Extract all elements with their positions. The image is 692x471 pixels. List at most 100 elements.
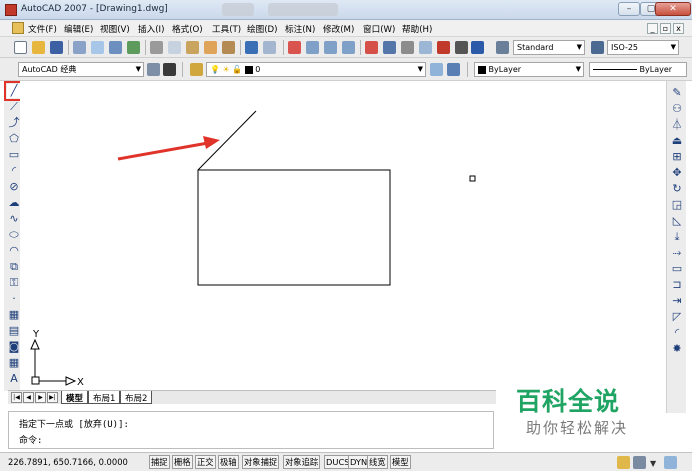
break-at-point-icon[interactable]: ▭ [670, 262, 684, 276]
layer-manager-icon[interactable] [190, 63, 203, 76]
clean-screen-icon[interactable] [664, 456, 677, 469]
zoom-window-icon[interactable] [324, 41, 337, 54]
fillet-icon[interactable]: ◜ [670, 326, 684, 340]
tab-layout2[interactable]: 布局2 [120, 391, 153, 404]
workspace-settings-icon[interactable] [147, 63, 160, 76]
lock-toolbar-icon[interactable] [633, 456, 646, 469]
first-tab-button[interactable]: |◀ [11, 392, 22, 403]
menu-tools[interactable]: 工具(T) [212, 23, 241, 35]
menu-help[interactable]: 帮助(H) [402, 23, 432, 35]
copy-icon[interactable]: ⚇ [670, 102, 684, 116]
circle-icon[interactable]: ⊘ [7, 180, 21, 194]
doc-restore-button[interactable]: ▫ [660, 23, 671, 34]
menu-draw[interactable]: 绘图(D) [247, 23, 278, 35]
osnap-toggle[interactable]: 对象捕捉 [242, 455, 280, 469]
explode-icon[interactable]: ✸ [670, 342, 684, 356]
save-icon[interactable] [50, 41, 63, 54]
rotate-icon[interactable]: ↻ [670, 182, 684, 196]
linetype-control-select[interactable]: ByLayer [589, 62, 687, 77]
dimension-style-select[interactable]: ISO-25 ▼ [607, 40, 679, 55]
minimize-button[interactable]: – [618, 2, 640, 16]
menu-edit[interactable]: 编辑(E) [64, 23, 93, 35]
make-object-layer-current-icon[interactable] [430, 63, 443, 76]
model-toggle[interactable]: 模型 [390, 455, 411, 469]
region-icon[interactable]: ◙ [7, 340, 21, 354]
text-style-icon[interactable] [496, 41, 509, 54]
polyline-icon[interactable]: ⤴ [7, 116, 21, 130]
help-icon[interactable] [471, 41, 484, 54]
doc-minimize-button[interactable]: _ [647, 23, 658, 34]
array-icon[interactable]: ⊞ [670, 150, 684, 164]
print-icon[interactable] [73, 41, 86, 54]
pan-icon[interactable] [288, 41, 301, 54]
last-tab-button[interactable]: ▶| [47, 392, 58, 403]
zoom-realtime-icon[interactable] [306, 41, 319, 54]
tab-model[interactable]: 模型 [61, 391, 89, 404]
ellipse-arc-icon[interactable]: ◠ [7, 244, 21, 258]
close-button[interactable]: ✕ [655, 2, 691, 16]
command-window[interactable]: 指定下一点或 [放弃(U)]: 命令: [8, 411, 494, 449]
menu-dimension[interactable]: 标注(N) [285, 23, 315, 35]
3d-dwf-icon[interactable] [127, 41, 140, 54]
copy-clip-icon[interactable] [168, 41, 181, 54]
line-icon[interactable]: ╱ [4, 81, 24, 101]
extend-icon[interactable]: ⤑ [670, 246, 684, 260]
dimension-style-icon[interactable] [591, 41, 604, 54]
grid-toggle[interactable]: 栅格 [172, 455, 193, 469]
tool-palettes-icon[interactable] [401, 41, 414, 54]
scale-icon[interactable]: ◲ [670, 198, 684, 212]
markup-icon[interactable] [437, 41, 450, 54]
menu-modify[interactable]: 修改(M) [323, 23, 354, 35]
zoom-previous-icon[interactable] [342, 41, 355, 54]
spline-icon[interactable]: ∿ [7, 212, 21, 226]
next-tab-button[interactable]: ▶ [35, 392, 46, 403]
menu-view[interactable]: 视图(V) [100, 23, 130, 35]
cut-icon[interactable] [150, 41, 163, 54]
menu-window[interactable]: 窗口(W) [363, 23, 395, 35]
new-icon[interactable] [14, 41, 27, 54]
workspace-select[interactable]: AutoCAD 经典 ▼ [18, 62, 144, 77]
offset-icon[interactable]: ⏏ [670, 134, 684, 148]
publish-icon[interactable] [109, 41, 122, 54]
hatch-icon[interactable]: ▦ [7, 308, 21, 322]
autocad-app-icon[interactable] [5, 4, 17, 16]
gradient-icon[interactable]: ▤ [7, 324, 21, 338]
menu-insert[interactable]: 插入(I) [138, 23, 164, 35]
break-icon[interactable]: ⊐ [670, 278, 684, 292]
design-center-icon[interactable] [383, 41, 396, 54]
chamfer-icon[interactable]: ◸ [670, 310, 684, 324]
otrack-toggle[interactable]: 对象追踪 [283, 455, 321, 469]
move-icon[interactable]: ✥ [670, 166, 684, 180]
match-properties-icon[interactable] [204, 41, 217, 54]
sheet-set-icon[interactable] [419, 41, 432, 54]
text-style-select[interactable]: Standard ▼ [513, 40, 585, 55]
trim-icon[interactable]: ⤓ [670, 230, 684, 244]
make-block-icon[interactable]: ⚿ [7, 276, 21, 290]
construction-line-icon[interactable]: ⟋ [7, 100, 21, 114]
communication-center-icon[interactable] [617, 456, 630, 469]
layer-select[interactable]: 💡 ☀ 🔓 0 ▼ [206, 62, 426, 77]
color-control-select[interactable]: ByLayer ▼ [474, 62, 584, 77]
calculator-icon[interactable] [455, 41, 468, 54]
menu-file[interactable]: 文件(F) [28, 23, 57, 35]
my-workspace-icon[interactable] [163, 63, 176, 76]
multiline-text-icon[interactable]: A [7, 372, 21, 386]
plot-preview-icon[interactable] [91, 41, 104, 54]
snap-toggle[interactable]: 捕捉 [149, 455, 170, 469]
arc-icon[interactable]: ◜ [7, 164, 21, 178]
prev-tab-button[interactable]: ◀ [23, 392, 34, 403]
polar-toggle[interactable]: 极轴 [218, 455, 239, 469]
polygon-icon[interactable]: ⬠ [7, 132, 21, 146]
undo-icon[interactable] [245, 41, 258, 54]
rectangle-icon[interactable]: ▭ [7, 148, 21, 162]
insert-block-icon[interactable]: ⧉ [7, 260, 21, 274]
ellipse-icon[interactable]: ⬭ [7, 228, 21, 242]
revision-cloud-icon[interactable]: ☁ [7, 196, 21, 210]
open-icon[interactable] [32, 41, 45, 54]
drawing-area[interactable]: Y X [20, 81, 666, 390]
ortho-toggle[interactable]: 正交 [195, 455, 216, 469]
redo-icon[interactable] [263, 41, 276, 54]
paste-icon[interactable] [186, 41, 199, 54]
tab-layout1[interactable]: 布局1 [88, 391, 121, 404]
block-editor-icon[interactable] [222, 41, 235, 54]
